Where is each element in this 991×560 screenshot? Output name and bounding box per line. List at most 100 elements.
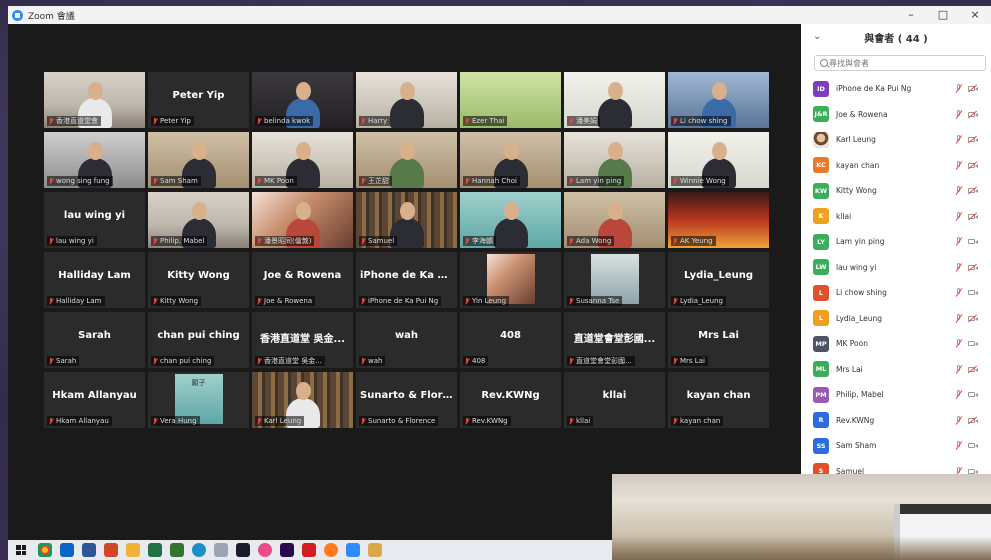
video-tile[interactable]: 潘美娟 [564, 72, 665, 128]
tile-display-name: 408 [500, 330, 521, 341]
video-tile[interactable]: Joe & Rowena Joe & Rowena [252, 252, 353, 308]
pen-tool-icon[interactable] [214, 543, 228, 557]
close-button[interactable]: × [959, 6, 991, 24]
video-tile[interactable]: Samuel [356, 192, 457, 248]
video-tile[interactable]: Yin Leung [460, 252, 561, 308]
muted-mic-icon [361, 417, 365, 425]
muted-mic-icon [49, 297, 53, 305]
video-tile[interactable]: lau wing yi lau wing yi [44, 192, 145, 248]
video-tile[interactable]: 願子 Vera Hung [148, 372, 249, 428]
muted-mic-icon [257, 297, 261, 305]
camera-icon [968, 441, 978, 450]
zoom-taskbar-icon[interactable] [346, 543, 360, 557]
publisher-icon[interactable] [170, 543, 184, 557]
video-tile[interactable]: 香港直道堂 吳金... 香港直道堂 吳金... [252, 312, 353, 368]
video-tile[interactable]: MK Poon [252, 132, 353, 188]
video-tile[interactable]: belinda kwok [252, 72, 353, 128]
video-tile[interactable]: 直道堂會堂彭國... 直道堂會堂彭國... [564, 312, 665, 368]
firefox-icon[interactable] [324, 543, 338, 557]
video-tile[interactable]: Rev.KWNg Rev.KWNg [460, 372, 561, 428]
participant-row[interactable]: L Lydia_Leung [801, 306, 991, 332]
participant-row[interactable]: ID iPhone de Ka Pui Ng [801, 76, 991, 102]
camera-off-icon [967, 263, 978, 272]
video-tile[interactable]: 潘景昭同(倫敦) [252, 192, 353, 248]
video-tile[interactable]: Ada Wong [564, 192, 665, 248]
video-tile[interactable]: 香港直道堂會 [44, 72, 145, 128]
video-tile[interactable]: Harry [356, 72, 457, 128]
video-tile[interactable]: Lam yin ping [564, 132, 665, 188]
edge-icon[interactable] [192, 543, 206, 557]
video-tile[interactable]: wong sing fung [44, 132, 145, 188]
video-tile[interactable]: Mrs Lai Mrs Lai [668, 312, 769, 368]
tile-name-text: 潘美娟 [576, 117, 597, 125]
video-tile[interactable]: Ezer Thai [460, 72, 561, 128]
video-tile[interactable]: iPhone de Ka Pu... iPhone de Ka Pui Ng [356, 252, 457, 308]
video-tile[interactable]: kllai kllai [564, 372, 665, 428]
video-tile[interactable]: Hkam Allanyau Hkam Allanyau [44, 372, 145, 428]
premiere-icon[interactable] [280, 543, 294, 557]
video-tile[interactable]: wah wah [356, 312, 457, 368]
tile-name-label: Philip, Mabel [151, 236, 208, 246]
chrome-icon[interactable] [38, 543, 52, 557]
video-tile[interactable]: Hannah Choi [460, 132, 561, 188]
overlay-photo [612, 474, 991, 560]
muted-mic-icon [257, 177, 261, 185]
excel-icon[interactable] [148, 543, 162, 557]
video-tile[interactable]: chan pui ching chan pui ching [148, 312, 249, 368]
video-tile[interactable]: Sunarto & Flore... Sunarto & Florence [356, 372, 457, 428]
tile-name-text: kllai [576, 417, 591, 425]
participant-row[interactable]: R Rev.KWNg [801, 408, 991, 434]
participant-row[interactable]: SS Sam Sham [801, 433, 991, 459]
start-windows-icon[interactable] [16, 545, 26, 555]
app-pink-icon[interactable] [258, 543, 272, 557]
file-explorer-icon[interactable] [126, 543, 140, 557]
minimize-button[interactable]: – [895, 6, 927, 24]
participant-row[interactable]: MP MK Poon [801, 331, 991, 357]
tile-name-label: Joe & Rowena [255, 296, 316, 306]
app-gold-icon[interactable] [368, 543, 382, 557]
participant-row[interactable]: J&R Joe & Rowena [801, 102, 991, 128]
video-tile[interactable]: Li chow shing [668, 72, 769, 128]
participant-row[interactable]: LY Lam yin ping [801, 229, 991, 255]
zoom-logo-icon [12, 9, 23, 21]
muted-mic-icon [361, 297, 365, 305]
participant-row[interactable]: KC kayan chan [801, 153, 991, 179]
video-tile[interactable]: Kitty Wong Kitty Wong [148, 252, 249, 308]
video-tile[interactable]: AK Yeung [668, 192, 769, 248]
tile-display-name: Lydia_Leung [683, 270, 754, 281]
participant-row[interactable]: ML Mrs Lai [801, 357, 991, 383]
video-tile[interactable]: Susanna Tse [564, 252, 665, 308]
video-tile[interactable]: Peter Yip Peter Yip [148, 72, 249, 128]
participant-search[interactable] [814, 55, 986, 71]
muted-mic-icon [569, 297, 573, 305]
outlook-icon[interactable] [60, 543, 74, 557]
muted-mic-icon [673, 117, 677, 125]
media-player-icon[interactable] [236, 543, 250, 557]
video-tile[interactable]: Sarah Sarah [44, 312, 145, 368]
participant-row[interactable]: LW lau wing yi [801, 255, 991, 281]
video-tile[interactable]: Sam Sham [148, 132, 249, 188]
participant-row[interactable]: Karl Leung [801, 127, 991, 153]
powerpoint-icon[interactable] [104, 543, 118, 557]
video-tile[interactable]: 408 408 [460, 312, 561, 368]
participant-row[interactable]: L Li chow shing [801, 280, 991, 306]
maximize-button[interactable]: □ [927, 6, 959, 24]
word-icon[interactable] [82, 543, 96, 557]
video-tile[interactable]: 王芷甜 [356, 132, 457, 188]
video-tile[interactable]: Karl Leung [252, 372, 353, 428]
muted-mic-icon [673, 177, 677, 185]
participant-search-input[interactable] [829, 57, 979, 69]
acrobat-icon[interactable] [302, 543, 316, 557]
participant-row[interactable]: PM Philip, Mabel [801, 382, 991, 408]
video-tile[interactable]: Winnie Wong [668, 132, 769, 188]
participant-row[interactable]: Kkllai [801, 204, 991, 230]
video-tile[interactable]: 李海鵬 [460, 192, 561, 248]
video-tile[interactable]: Philip, Mabel [148, 192, 249, 248]
tile-display-name: Mrs Lai [698, 330, 739, 341]
participant-row[interactable]: KW Kitty Wong [801, 178, 991, 204]
participant-name: iPhone de Ka Pui Ng [836, 84, 912, 94]
video-tile[interactable]: Lydia_Leung Lydia_Leung [668, 252, 769, 308]
video-tile[interactable]: Halliday Lam Halliday Lam [44, 252, 145, 308]
video-tile[interactable]: kayan chan kayan chan [668, 372, 769, 428]
muted-mic-icon [954, 390, 963, 399]
